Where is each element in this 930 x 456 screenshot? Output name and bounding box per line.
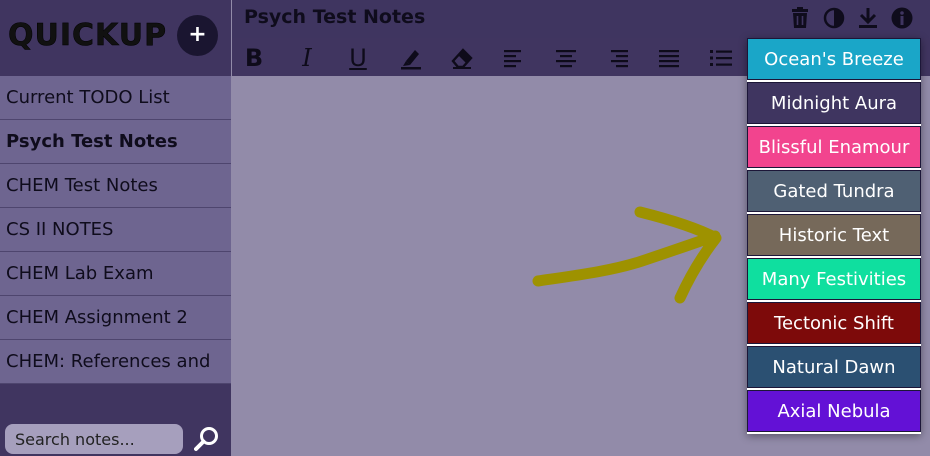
theme-option[interactable]: Gated Tundra bbox=[747, 170, 921, 212]
align-justify-icon[interactable] bbox=[656, 45, 682, 71]
document-title: Psych Test Notes bbox=[244, 6, 426, 28]
note-item[interactable]: CHEM Assignment 2 bbox=[0, 296, 231, 340]
logo-row: QUICKUP + bbox=[0, 0, 231, 76]
theme-icon[interactable] bbox=[822, 6, 846, 30]
theme-option[interactable]: Natural Dawn bbox=[747, 346, 921, 388]
sidebar: QUICKUP + Current TODO List Psych Test N… bbox=[0, 0, 231, 456]
eraser-icon[interactable] bbox=[449, 45, 475, 71]
note-item[interactable]: CHEM Test Notes bbox=[0, 164, 231, 208]
note-item[interactable]: Current TODO List bbox=[0, 76, 231, 120]
theme-option[interactable]: Many Festivities bbox=[747, 258, 921, 300]
theme-option[interactable]: Tectonic Shift bbox=[747, 302, 921, 344]
theme-option[interactable]: Ocean's Breeze bbox=[747, 38, 921, 80]
search-input[interactable] bbox=[5, 424, 183, 454]
theme-option[interactable]: Midnight Aura bbox=[747, 82, 921, 124]
theme-option[interactable]: Axial Nebula bbox=[747, 390, 921, 432]
highlighter-icon[interactable] bbox=[398, 45, 424, 71]
download-icon[interactable] bbox=[856, 6, 880, 30]
search-icon[interactable] bbox=[194, 426, 220, 452]
list-icon[interactable] bbox=[708, 45, 734, 71]
theme-option[interactable]: Blissful Enamour bbox=[747, 126, 921, 168]
italic-button[interactable]: I bbox=[294, 45, 320, 71]
header-bar: Psych Test Notes bbox=[232, 0, 930, 38]
align-right-icon[interactable] bbox=[605, 45, 631, 71]
note-item[interactable]: CS II NOTES bbox=[0, 208, 231, 252]
align-center-icon[interactable] bbox=[553, 45, 579, 71]
theme-option[interactable]: Historic Text bbox=[747, 214, 921, 256]
info-icon[interactable] bbox=[890, 6, 914, 30]
note-item-active[interactable]: Psych Test Notes bbox=[0, 120, 231, 164]
theme-menu: Ocean's Breeze Midnight Aura Blissful Enam… bbox=[747, 38, 921, 434]
add-note-button[interactable]: + bbox=[177, 15, 218, 56]
align-left-icon[interactable] bbox=[501, 45, 527, 71]
note-item[interactable]: CHEM: References and bbox=[0, 340, 231, 384]
underline-button[interactable]: U bbox=[345, 45, 371, 71]
notes-list: Current TODO List Psych Test Notes CHEM … bbox=[0, 76, 231, 384]
bold-button[interactable]: B bbox=[241, 45, 267, 71]
trash-icon[interactable] bbox=[788, 6, 812, 30]
note-item[interactable]: CHEM Lab Exam bbox=[0, 252, 231, 296]
app-logo: QUICKUP bbox=[8, 18, 168, 54]
